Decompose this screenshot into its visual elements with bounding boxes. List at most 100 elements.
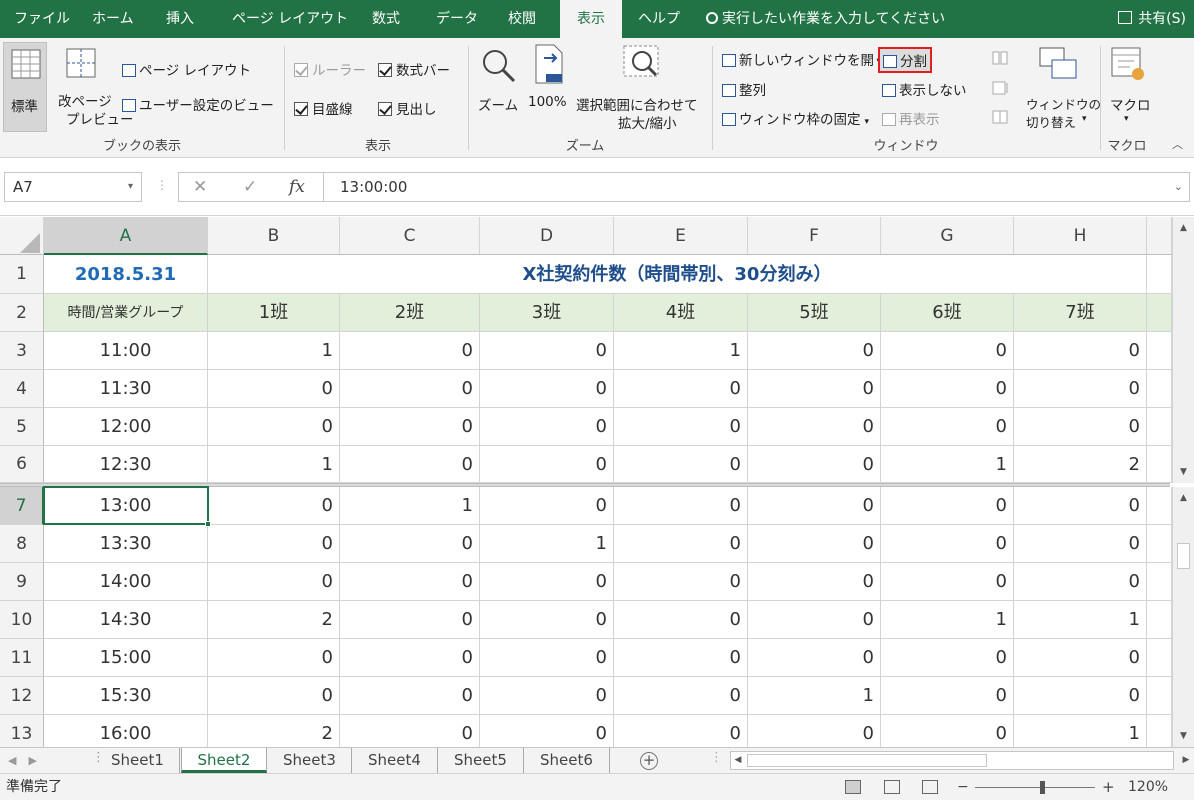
group-header-cell[interactable]: 6班 — [881, 294, 1014, 332]
count-cell[interactable]: 0 — [480, 487, 614, 525]
tell-me-search[interactable]: 実行したい作業を入力してください — [706, 0, 945, 38]
formula-input[interactable]: 13:00:00 ⌄ — [324, 172, 1190, 202]
view-side-by-side-icon[interactable] — [992, 51, 1008, 65]
count-cell[interactable]: 1 — [1014, 715, 1147, 747]
headings-checkbox[interactable]: 見出し — [378, 98, 437, 118]
sheet-tab-5[interactable]: Sheet5 — [438, 748, 524, 773]
count-cell[interactable]: 0 — [881, 408, 1014, 446]
cell-partial[interactable] — [1147, 332, 1172, 370]
scroll-down-arrow-icon[interactable]: ▼ — [1173, 727, 1194, 745]
zoom-to-selection-button[interactable]: 選択範囲に合わせて 拡大/縮小 — [574, 42, 710, 132]
zoom-slider[interactable] — [975, 787, 1095, 788]
sheet-nav-arrows-icon[interactable]: ◀▶ — [8, 748, 49, 773]
count-cell[interactable]: 2 — [1014, 446, 1147, 483]
count-cell[interactable]: 0 — [881, 332, 1014, 370]
sheet-tab-6[interactable]: Sheet6 — [524, 748, 610, 773]
title-cell[interactable]: X社契約件数（時間帯別、30分刻み） — [208, 255, 1147, 294]
page-layout-view-button[interactable]: ページ レイアウト — [122, 59, 251, 79]
count-cell[interactable]: 0 — [881, 487, 1014, 525]
count-cell[interactable]: 0 — [614, 525, 748, 563]
count-cell[interactable]: 0 — [1014, 525, 1147, 563]
time-cell[interactable]: 12:00 — [44, 408, 208, 446]
count-cell[interactable]: 0 — [208, 370, 340, 408]
count-cell[interactable]: 0 — [1014, 370, 1147, 408]
count-cell[interactable]: 0 — [480, 639, 614, 677]
group-header-cell[interactable]: 4班 — [614, 294, 748, 332]
fill-handle[interactable] — [205, 521, 211, 527]
cell-partial[interactable] — [1147, 446, 1172, 483]
count-cell[interactable]: 0 — [881, 370, 1014, 408]
row-header[interactable]: 3 — [0, 332, 44, 370]
select-all-corner[interactable] — [0, 217, 44, 255]
tab-page-layout[interactable]: ページ レイアウト — [232, 0, 348, 38]
gridlines-checkbox[interactable]: 目盛線 — [294, 98, 353, 118]
macros-button[interactable]: マクロ ▾ — [1104, 42, 1154, 132]
page-layout-status-icon[interactable] — [884, 780, 900, 794]
count-cell[interactable]: 0 — [748, 370, 881, 408]
group-header-cell[interactable]: 2班 — [340, 294, 480, 332]
count-cell[interactable]: 0 — [340, 563, 480, 601]
count-cell[interactable]: 0 — [1014, 677, 1147, 715]
column-header-a[interactable]: A — [44, 217, 208, 255]
tab-view[interactable]: 表示 — [560, 0, 622, 38]
count-cell[interactable]: 1 — [748, 677, 881, 715]
column-header-g[interactable]: G — [881, 217, 1014, 255]
tab-formulas[interactable]: 数式 — [372, 0, 400, 38]
time-cell[interactable]: 14:30 — [44, 601, 208, 639]
count-cell[interactable]: 0 — [340, 446, 480, 483]
cancel-icon[interactable]: ✕ — [193, 173, 207, 201]
freeze-panes-button[interactable]: ウィンドウ枠の固定 ▾ — [722, 108, 869, 128]
count-cell[interactable]: 0 — [480, 563, 614, 601]
normal-view-status-icon[interactable] — [845, 780, 861, 794]
time-cell[interactable]: 11:30 — [44, 370, 208, 408]
time-cell[interactable]: 11:00 — [44, 332, 208, 370]
count-cell[interactable]: 0 — [881, 563, 1014, 601]
count-cell[interactable]: 0 — [748, 563, 881, 601]
scroll-up-arrow-icon[interactable]: ▲ — [1173, 489, 1194, 507]
group-header-cell[interactable]: 7班 — [1014, 294, 1147, 332]
count-cell[interactable]: 0 — [614, 715, 748, 747]
cell-partial[interactable] — [1147, 487, 1172, 525]
row-header-2[interactable]: 2 — [0, 294, 44, 332]
row-header[interactable]: 10 — [0, 601, 44, 639]
count-cell[interactable]: 0 — [881, 715, 1014, 747]
header-cell-time-group[interactable]: 時間/営業グループ — [44, 294, 208, 332]
count-cell[interactable]: 0 — [208, 525, 340, 563]
zoom-100-button[interactable]: 100% — [526, 42, 572, 132]
count-cell[interactable]: 0 — [480, 332, 614, 370]
count-cell[interactable]: 0 — [340, 715, 480, 747]
count-cell[interactable]: 0 — [208, 677, 340, 715]
count-cell[interactable]: 0 — [1014, 332, 1147, 370]
count-cell[interactable]: 0 — [614, 563, 748, 601]
count-cell[interactable]: 0 — [1014, 408, 1147, 446]
page-break-preview-button[interactable]: 改ページ プレビュー — [52, 42, 134, 132]
tab-file[interactable]: ファイル — [14, 0, 70, 38]
split-button[interactable]: 分割 — [878, 47, 932, 73]
count-cell[interactable]: 0 — [748, 715, 881, 747]
count-cell[interactable]: 0 — [340, 370, 480, 408]
count-cell[interactable]: 0 — [208, 563, 340, 601]
column-header-h[interactable]: H — [1014, 217, 1147, 255]
collapse-ribbon-icon[interactable]: ︿ — [1172, 136, 1183, 152]
time-cell[interactable]: 12:30 — [44, 446, 208, 483]
arrange-all-button[interactable]: 整列 — [722, 79, 766, 99]
group-header-cell[interactable]: 3班 — [480, 294, 614, 332]
time-cell[interactable]: 15:00 — [44, 639, 208, 677]
tab-review[interactable]: 校閲 — [508, 0, 536, 38]
row-header[interactable]: 8 — [0, 525, 44, 563]
column-header-e[interactable]: E — [614, 217, 748, 255]
sheet-tab-3[interactable]: Sheet3 — [268, 748, 352, 773]
count-cell[interactable]: 0 — [881, 639, 1014, 677]
tab-data[interactable]: データ — [436, 0, 478, 38]
time-cell[interactable]: 14:00 — [44, 563, 208, 601]
count-cell[interactable]: 2 — [208, 715, 340, 747]
cell-partial[interactable] — [1147, 601, 1172, 639]
count-cell[interactable]: 0 — [208, 408, 340, 446]
row-header[interactable]: 6 — [0, 446, 44, 483]
count-cell[interactable]: 0 — [1014, 639, 1147, 677]
group-header-cell[interactable]: 5班 — [748, 294, 881, 332]
count-cell[interactable]: 0 — [614, 370, 748, 408]
count-cell[interactable]: 1 — [881, 446, 1014, 483]
count-cell[interactable]: 0 — [748, 446, 881, 483]
count-cell[interactable]: 0 — [748, 487, 881, 525]
